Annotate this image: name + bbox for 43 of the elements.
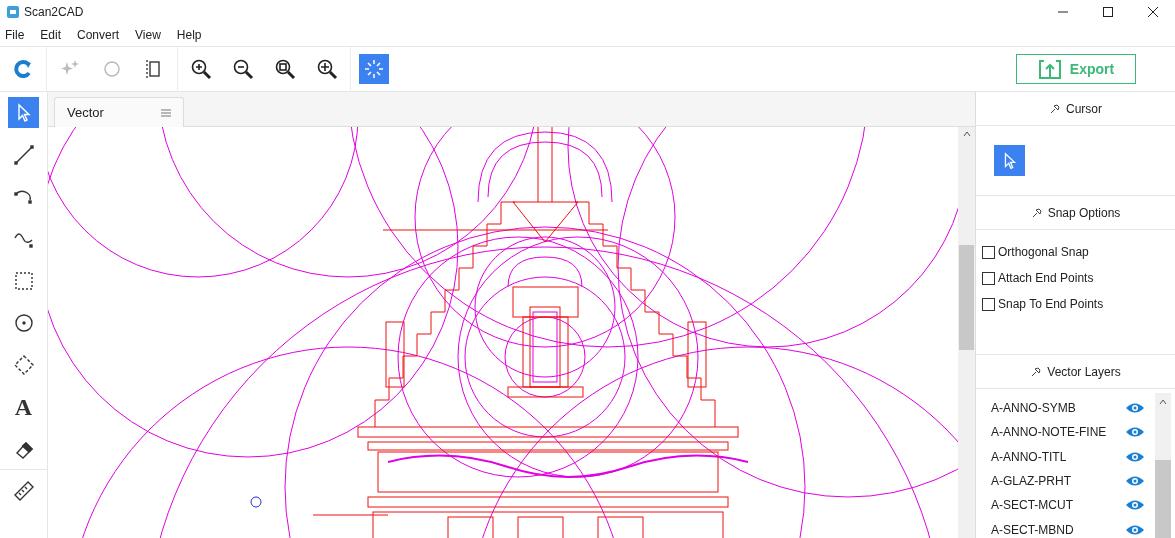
layer-name[interactable]: A-ANNO-TITL (991, 449, 1067, 464)
pin-icon (1049, 102, 1061, 115)
spinner-icon[interactable] (359, 54, 389, 84)
app-logo-icon (6, 5, 20, 19)
window-title: Scan2CAD (24, 5, 84, 19)
panel-title: Snap Options (1047, 205, 1121, 220)
layer-name[interactable]: A-ANNO-SYMB (991, 401, 1076, 416)
checkbox[interactable] (982, 245, 995, 259)
eye-icon[interactable] (1125, 402, 1145, 415)
checkbox-label: Snap To End Points (998, 297, 1104, 311)
pointer-icon[interactable] (8, 97, 39, 128)
layer-name[interactable]: A-SECT-MCUT (991, 498, 1073, 513)
maximize-icon[interactable] (1102, 6, 1114, 18)
checkbox[interactable] (982, 271, 995, 285)
pointer-icon[interactable] (994, 145, 1025, 176)
menu-item[interactable]: File (5, 28, 25, 42)
tab-label: Vector (67, 105, 104, 120)
checkbox[interactable] (982, 297, 995, 311)
upload-icon (1037, 58, 1062, 80)
eye-icon[interactable] (1125, 426, 1145, 439)
pin-icon (1030, 365, 1043, 378)
menu-item[interactable]: Help (176, 28, 202, 42)
layer-name[interactable]: A-ANNO-NOTE-FINE (991, 425, 1107, 440)
panel-title: Cursor (1066, 101, 1102, 116)
checkbox-label: Attach End Points (998, 271, 1094, 285)
layer-name[interactable]: A-SECT-MBND (991, 522, 1074, 537)
scrollbar-thumb[interactable] (959, 245, 974, 350)
menu-item[interactable]: View (135, 28, 161, 42)
document-tab[interactable]: Vector (54, 97, 184, 127)
close-icon[interactable] (1147, 6, 1159, 18)
scroll-up-icon[interactable] (1159, 399, 1167, 405)
pin-icon (1030, 206, 1043, 219)
eye-icon[interactable] (1125, 523, 1145, 536)
checkbox-label: Orthogonal Snap (998, 245, 1089, 259)
menu-item[interactable]: Convert (77, 28, 120, 42)
eye-icon[interactable] (1125, 499, 1145, 512)
layer-name[interactable]: A-GLAZ-PRHT (991, 474, 1071, 489)
menu-item[interactable]: Edit (40, 28, 62, 42)
scroll-up-icon[interactable] (962, 131, 971, 137)
scrollbar-thumb[interactable] (1155, 460, 1171, 538)
eye-icon[interactable] (1125, 450, 1145, 463)
panel-title: Vector Layers (1047, 364, 1121, 379)
eye-icon[interactable] (1125, 475, 1145, 488)
